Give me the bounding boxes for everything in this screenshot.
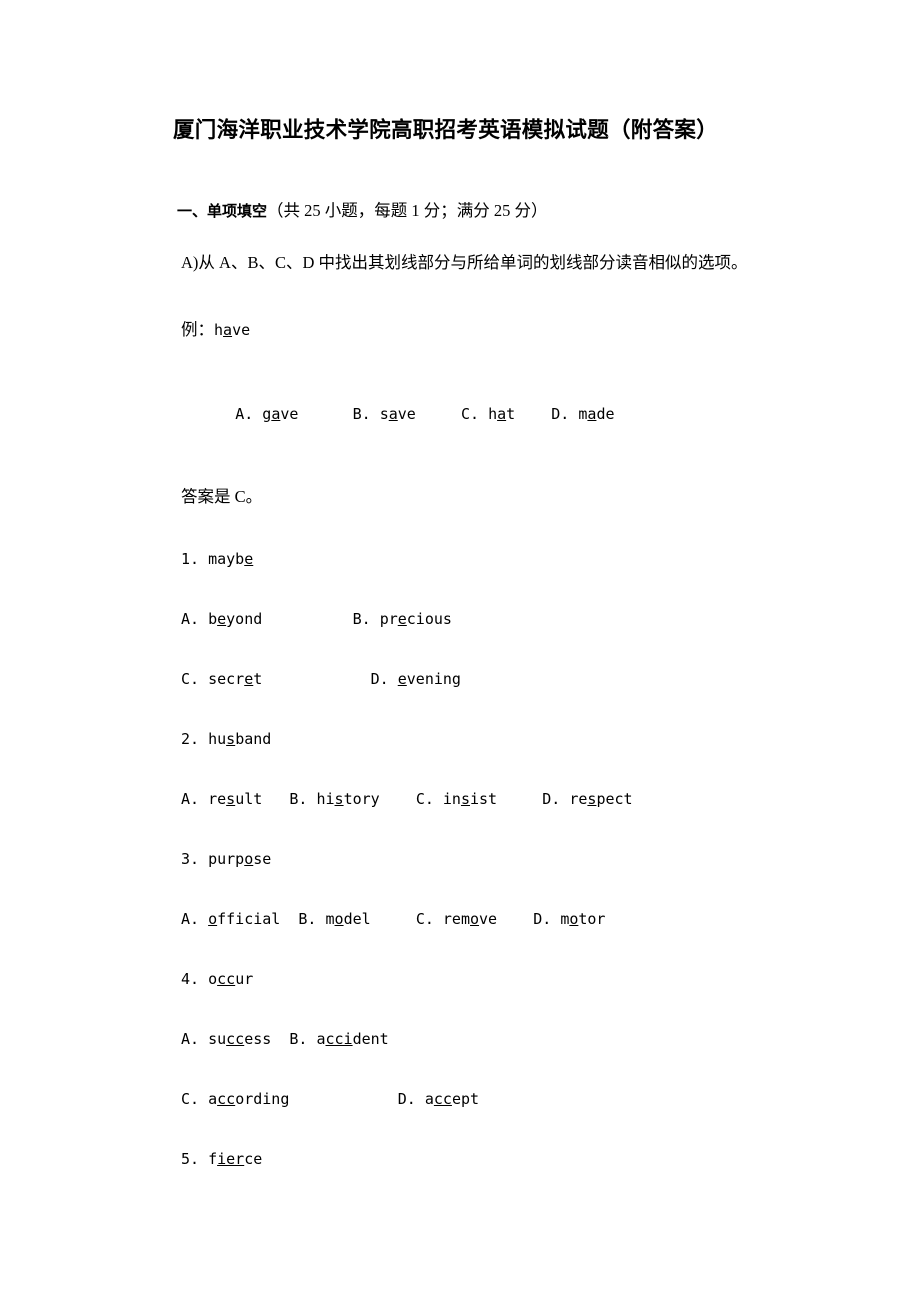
question-stem-4: 4. occur	[181, 970, 254, 988]
example-option-c: C. hat	[460, 405, 516, 423]
q1-option-d: D. evening	[370, 670, 461, 688]
question-1-options-row-2: C. secret D. evening	[155, 667, 770, 691]
q2-option-d: D. respect	[542, 790, 633, 808]
q1-option-b: B. precious	[352, 610, 452, 628]
question-4-options-row-2: C. according D. accept	[155, 1087, 770, 1111]
q1-option-c: C. secret	[181, 670, 263, 688]
q4-option-b: B. accident	[289, 1030, 389, 1048]
q2-option-b: B. history	[289, 790, 380, 808]
document-page: 厦门海洋职业技术学院高职招考英语模拟试题（附答案） 一、单项填空（共 25 小题…	[0, 0, 920, 1302]
section-number-label: 一、单项填空	[177, 202, 268, 220]
question-stem-2: 2. husband	[181, 730, 272, 748]
section-detail-label: （共 25 小题，每题 1 分；满分 25 分）	[267, 201, 548, 220]
q4-option-d: D. accept	[397, 1090, 480, 1108]
q3-option-b: B. model	[298, 910, 371, 928]
example-option-d: D. made	[551, 405, 615, 423]
example-word: have	[214, 321, 251, 339]
example-label: 例：	[181, 320, 214, 339]
question-1-options-row-1: A. beyond B. precious	[155, 607, 770, 631]
question-3-options-row: A. official B. model C. remove D. motor	[155, 907, 770, 931]
q4-option-a: A. success	[181, 1030, 272, 1048]
question-stem-5: 5. fierce	[181, 1150, 263, 1168]
page-title: 厦门海洋职业技术学院高职招考英语模拟试题（附答案）	[173, 118, 719, 143]
question-2-options-row: A. result B. history C. insist D. respec…	[155, 787, 770, 811]
example-option-b: B. save	[352, 405, 416, 423]
example-answer: 答案是 C。	[181, 487, 263, 506]
document-content: 厦门海洋职业技术学院高职招考英语模拟试题（附答案） 一、单项填空（共 25 小题…	[155, 112, 770, 1171]
q3-option-a: A. official	[181, 910, 281, 928]
example-prompt: 例：have	[155, 318, 770, 342]
q3-option-d: D. motor	[533, 910, 606, 928]
q2-option-a: A. result	[181, 790, 263, 808]
section-heading: 一、单项填空（共 25 小题，每题 1 分；满分 25 分）	[155, 198, 770, 224]
q1-option-a: A. beyond	[181, 610, 263, 628]
example-options-row: A. gave B. save C. hat D. made	[155, 378, 770, 450]
question-stem-1: 1. maybe	[181, 550, 254, 568]
q2-option-c: C. insist	[415, 790, 498, 808]
instruction-paragraph: A)从 A、B、C、D 中找出其划线部分与所给单词的划线部分读音相似的选项。	[181, 253, 748, 272]
q4-option-c: C. according	[181, 1090, 290, 1108]
example-option-a: A. gave	[235, 405, 299, 423]
question-stem-3: 3. purpose	[181, 850, 272, 868]
q3-option-c: C. remove	[415, 910, 498, 928]
question-4-options-row-1: A. success B. accident	[155, 1027, 770, 1051]
